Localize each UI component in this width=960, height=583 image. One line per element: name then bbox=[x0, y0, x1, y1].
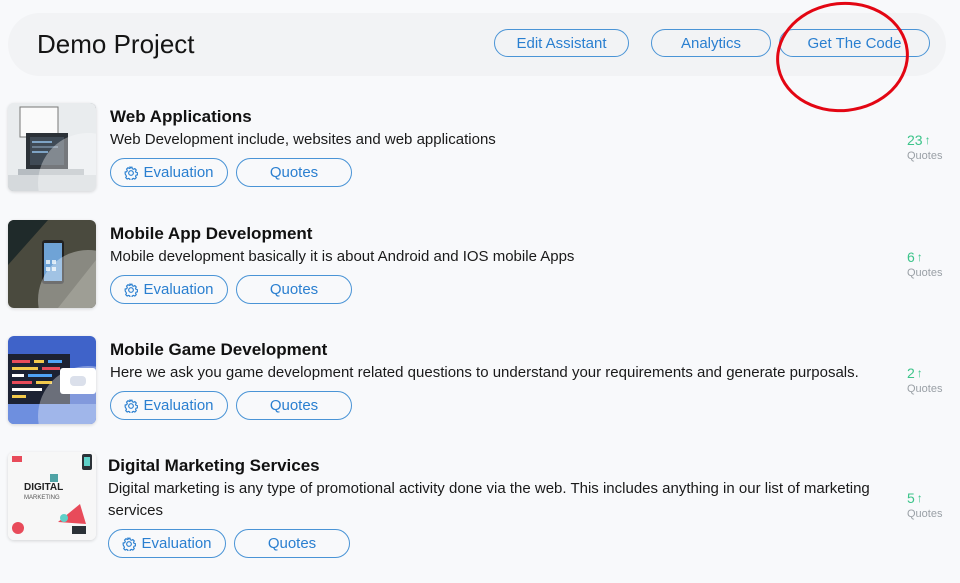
gear-icon bbox=[125, 399, 139, 413]
evaluation-button[interactable]: Evaluation bbox=[110, 158, 228, 187]
gear-icon bbox=[123, 537, 137, 551]
evaluation-label: Evaluation bbox=[143, 164, 214, 181]
item-description: Mobile development basically it is about… bbox=[110, 248, 575, 265]
svg-text:DIGITAL: DIGITAL bbox=[24, 482, 63, 493]
quotes-count-value: 23 bbox=[907, 132, 923, 148]
quotes-count-value: 5 bbox=[907, 490, 915, 506]
svg-text:MARKETING: MARKETING bbox=[24, 495, 60, 501]
arrow-up-icon: ↑ bbox=[924, 133, 931, 147]
quotes-count-label: Quotes bbox=[907, 508, 943, 520]
page-title: Demo Project bbox=[37, 29, 195, 59]
quotes-stat: 23 ↑ Quotes bbox=[907, 132, 957, 162]
quotes-count-label: Quotes bbox=[907, 150, 943, 162]
gear-icon bbox=[125, 283, 139, 297]
quotes-count: 23 ↑ bbox=[907, 132, 957, 148]
quotes-count: 2 ↑ bbox=[907, 365, 957, 381]
quotes-stat: 6 ↑ Quotes bbox=[907, 249, 957, 279]
evaluation-button[interactable]: Evaluation bbox=[110, 275, 228, 304]
item-description: Web Development include, websites and we… bbox=[110, 131, 496, 148]
quotes-count-label: Quotes bbox=[907, 267, 943, 279]
quotes-count-label: Quotes bbox=[907, 383, 943, 395]
evaluation-button[interactable]: Evaluation bbox=[108, 529, 226, 558]
quotes-count-value: 2 bbox=[907, 365, 915, 381]
quotes-button[interactable]: Quotes bbox=[236, 275, 352, 304]
quotes-count: 5 ↑ bbox=[907, 490, 957, 506]
quotes-count-value: 6 bbox=[907, 249, 915, 265]
mobile-app-thumbnail bbox=[8, 220, 96, 308]
edit-assistant-button[interactable]: Edit Assistant bbox=[494, 29, 629, 57]
quotes-stat: 5 ↑ Quotes bbox=[907, 490, 957, 520]
quotes-button[interactable]: Quotes bbox=[236, 158, 352, 187]
evaluation-button[interactable]: Evaluation bbox=[110, 391, 228, 420]
gear-icon bbox=[125, 166, 139, 180]
web-applications-thumbnail bbox=[8, 103, 96, 191]
item-title: Web Applications bbox=[110, 107, 252, 126]
quotes-stat: 2 ↑ Quotes bbox=[907, 365, 957, 395]
item-title: Mobile Game Development bbox=[110, 340, 328, 359]
arrow-up-icon: ↑ bbox=[916, 250, 923, 264]
item-title: Mobile App Development bbox=[110, 224, 313, 243]
quotes-button[interactable]: Quotes bbox=[234, 529, 350, 558]
mobile-game-thumbnail bbox=[8, 336, 96, 424]
analytics-button[interactable]: Analytics bbox=[651, 29, 771, 57]
item-description: Here we ask you game development related… bbox=[110, 364, 859, 381]
evaluation-label: Evaluation bbox=[143, 397, 214, 414]
get-the-code-button[interactable]: Get The Code bbox=[779, 29, 930, 57]
item-title: Digital Marketing Services bbox=[108, 456, 320, 475]
arrow-up-icon: ↑ bbox=[916, 366, 923, 380]
quotes-count: 6 ↑ bbox=[907, 249, 957, 265]
digital-marketing-thumbnail: DIGITAL MARKETING bbox=[8, 452, 96, 540]
marketing-image-icon: DIGITAL MARKETING bbox=[8, 452, 96, 540]
item-description: Digital marketing is any type of promoti… bbox=[108, 480, 870, 519]
evaluation-label: Evaluation bbox=[141, 535, 212, 552]
evaluation-label: Evaluation bbox=[143, 281, 214, 298]
project-header: Demo Project Edit Assistant Analytics Ge… bbox=[8, 13, 946, 76]
quotes-button[interactable]: Quotes bbox=[236, 391, 352, 420]
arrow-up-icon: ↑ bbox=[916, 491, 923, 505]
